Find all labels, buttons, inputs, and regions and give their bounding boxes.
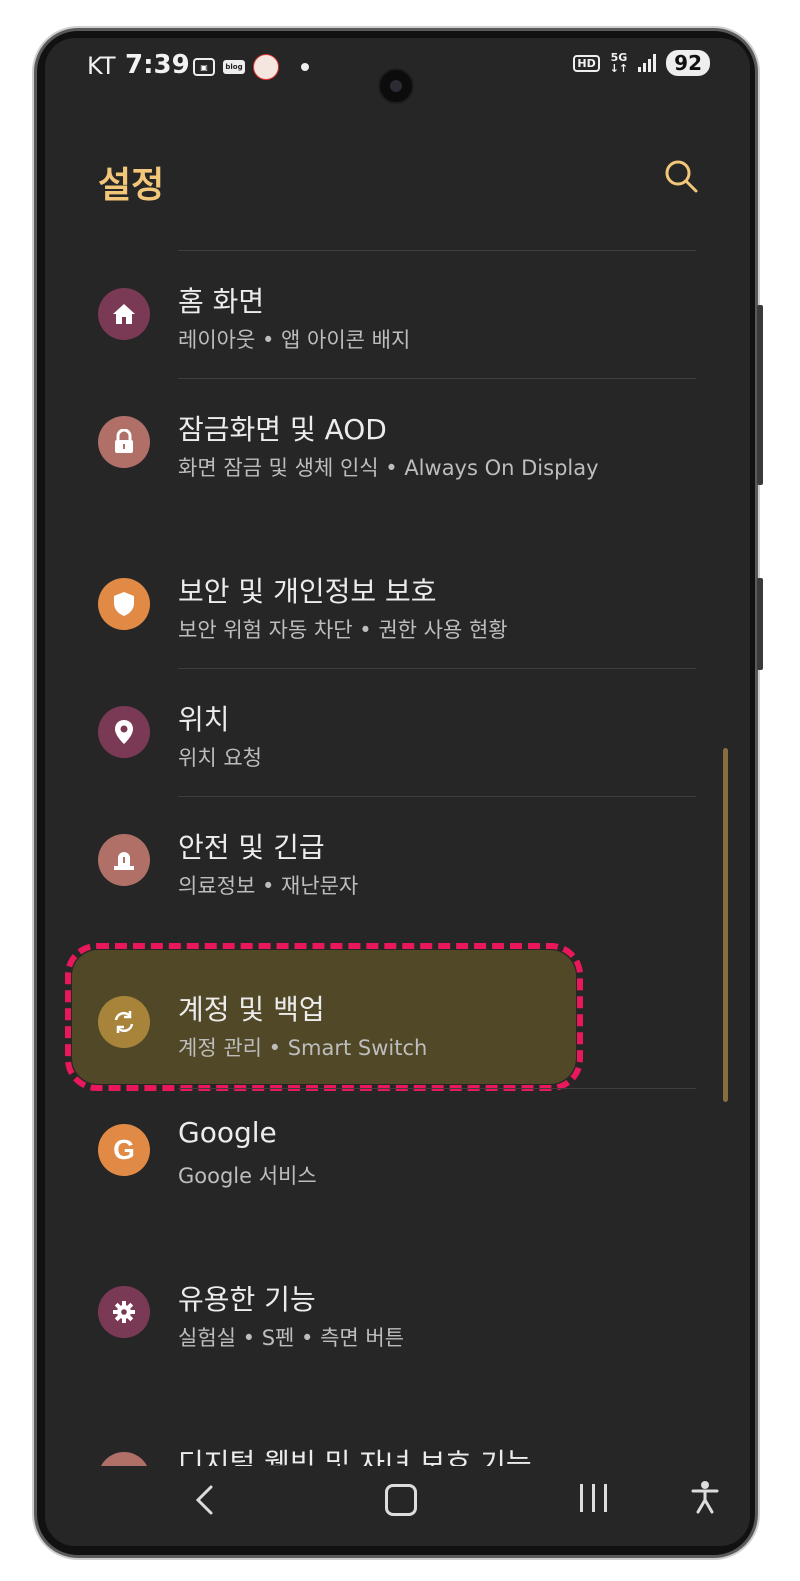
network-5g-icon: 5G ↓↑ (609, 51, 629, 75)
item-subtitle: 레이아웃 • 앱 아이콘 배지 (178, 328, 411, 352)
power-button (757, 578, 763, 670)
carrier-label: KT (87, 52, 116, 80)
shield-icon (98, 578, 150, 630)
page-title: 설정 (98, 165, 165, 206)
item-label: 안전 및 긴급 (178, 831, 325, 864)
accessibility-icon[interactable] (690, 1480, 720, 1514)
system-icons: HD 5G ↓↑ 92 (573, 50, 710, 76)
gear-icon (98, 1286, 150, 1338)
settings-item-lock-screen[interactable]: 잠금화면 및 AOD 화면 잠금 및 생체 인식 • Always On Dis… (45, 396, 750, 506)
item-label: 보안 및 개인정보 보호 (178, 575, 437, 608)
highlight-annotation-border (65, 943, 583, 1091)
item-subtitle: 위치 요청 (178, 746, 262, 770)
item-label: 잠금화면 및 AOD (178, 413, 387, 446)
hd-voice-icon: HD (573, 54, 600, 72)
notification-icons: ▣ blog (193, 54, 309, 80)
screenshot-icon: ▣ (193, 58, 215, 76)
item-label: 위치 (178, 703, 230, 736)
item-subtitle: 화면 잠금 및 생체 인식 • Always On Display (178, 456, 599, 480)
volume-button (757, 305, 763, 485)
item-subtitle: 실험실 • S펜 • 측면 버튼 (178, 1326, 405, 1350)
divider (178, 250, 696, 251)
settings-item-safety-emergency[interactable]: 안전 및 긴급 의료정보 • 재난문자 (45, 814, 750, 924)
divider (178, 378, 696, 379)
lock-icon (98, 416, 150, 468)
home-icon (98, 288, 150, 340)
clock: 7:39 (125, 50, 190, 80)
item-label: Google (178, 1116, 277, 1149)
google-g-icon: G (98, 1124, 150, 1176)
front-camera (378, 68, 414, 104)
more-notifications-icon (301, 63, 309, 71)
item-subtitle: 보안 위험 자동 차단 • 권한 사용 현황 (178, 618, 508, 642)
app-notification-icon (253, 54, 279, 80)
item-label: 유용한 기능 (178, 1283, 316, 1316)
signal-icon (638, 54, 657, 72)
settings-item-google[interactable]: G Google Google 서비스 (45, 1104, 750, 1214)
recent-apps-icon[interactable] (580, 1484, 607, 1512)
settings-item-home-screen[interactable]: 홈 화면 레이아웃 • 앱 아이콘 배지 (45, 268, 750, 378)
screen: KT 7:39 ▣ blog HD 5G ↓↑ 92 설정 홈 화면 레이아웃 •… (45, 38, 750, 1546)
back-icon[interactable] (193, 1484, 215, 1516)
divider (178, 668, 696, 669)
divider (178, 1088, 696, 1089)
divider (178, 796, 696, 797)
item-subtitle: Google 서비스 (178, 1164, 317, 1188)
blog-icon: blog (223, 60, 245, 74)
item-label: 홈 화면 (178, 285, 265, 318)
navigation-bar (45, 1466, 750, 1546)
item-subtitle: 의료정보 • 재난문자 (178, 874, 359, 898)
settings-item-location[interactable]: 위치 위치 요청 (45, 686, 750, 796)
settings-item-advanced-features[interactable]: 유용한 기능 실험실 • S펜 • 측면 버튼 (45, 1266, 750, 1376)
scrollbar[interactable] (723, 748, 728, 1102)
settings-item-security-privacy[interactable]: 보안 및 개인정보 보호 보안 위험 자동 차단 • 권한 사용 현황 (45, 558, 750, 668)
emergency-light-icon (98, 834, 150, 886)
search-icon[interactable] (663, 158, 699, 194)
location-pin-icon (98, 706, 150, 758)
battery-icon: 92 (666, 50, 710, 76)
home-button-icon[interactable] (385, 1484, 417, 1516)
